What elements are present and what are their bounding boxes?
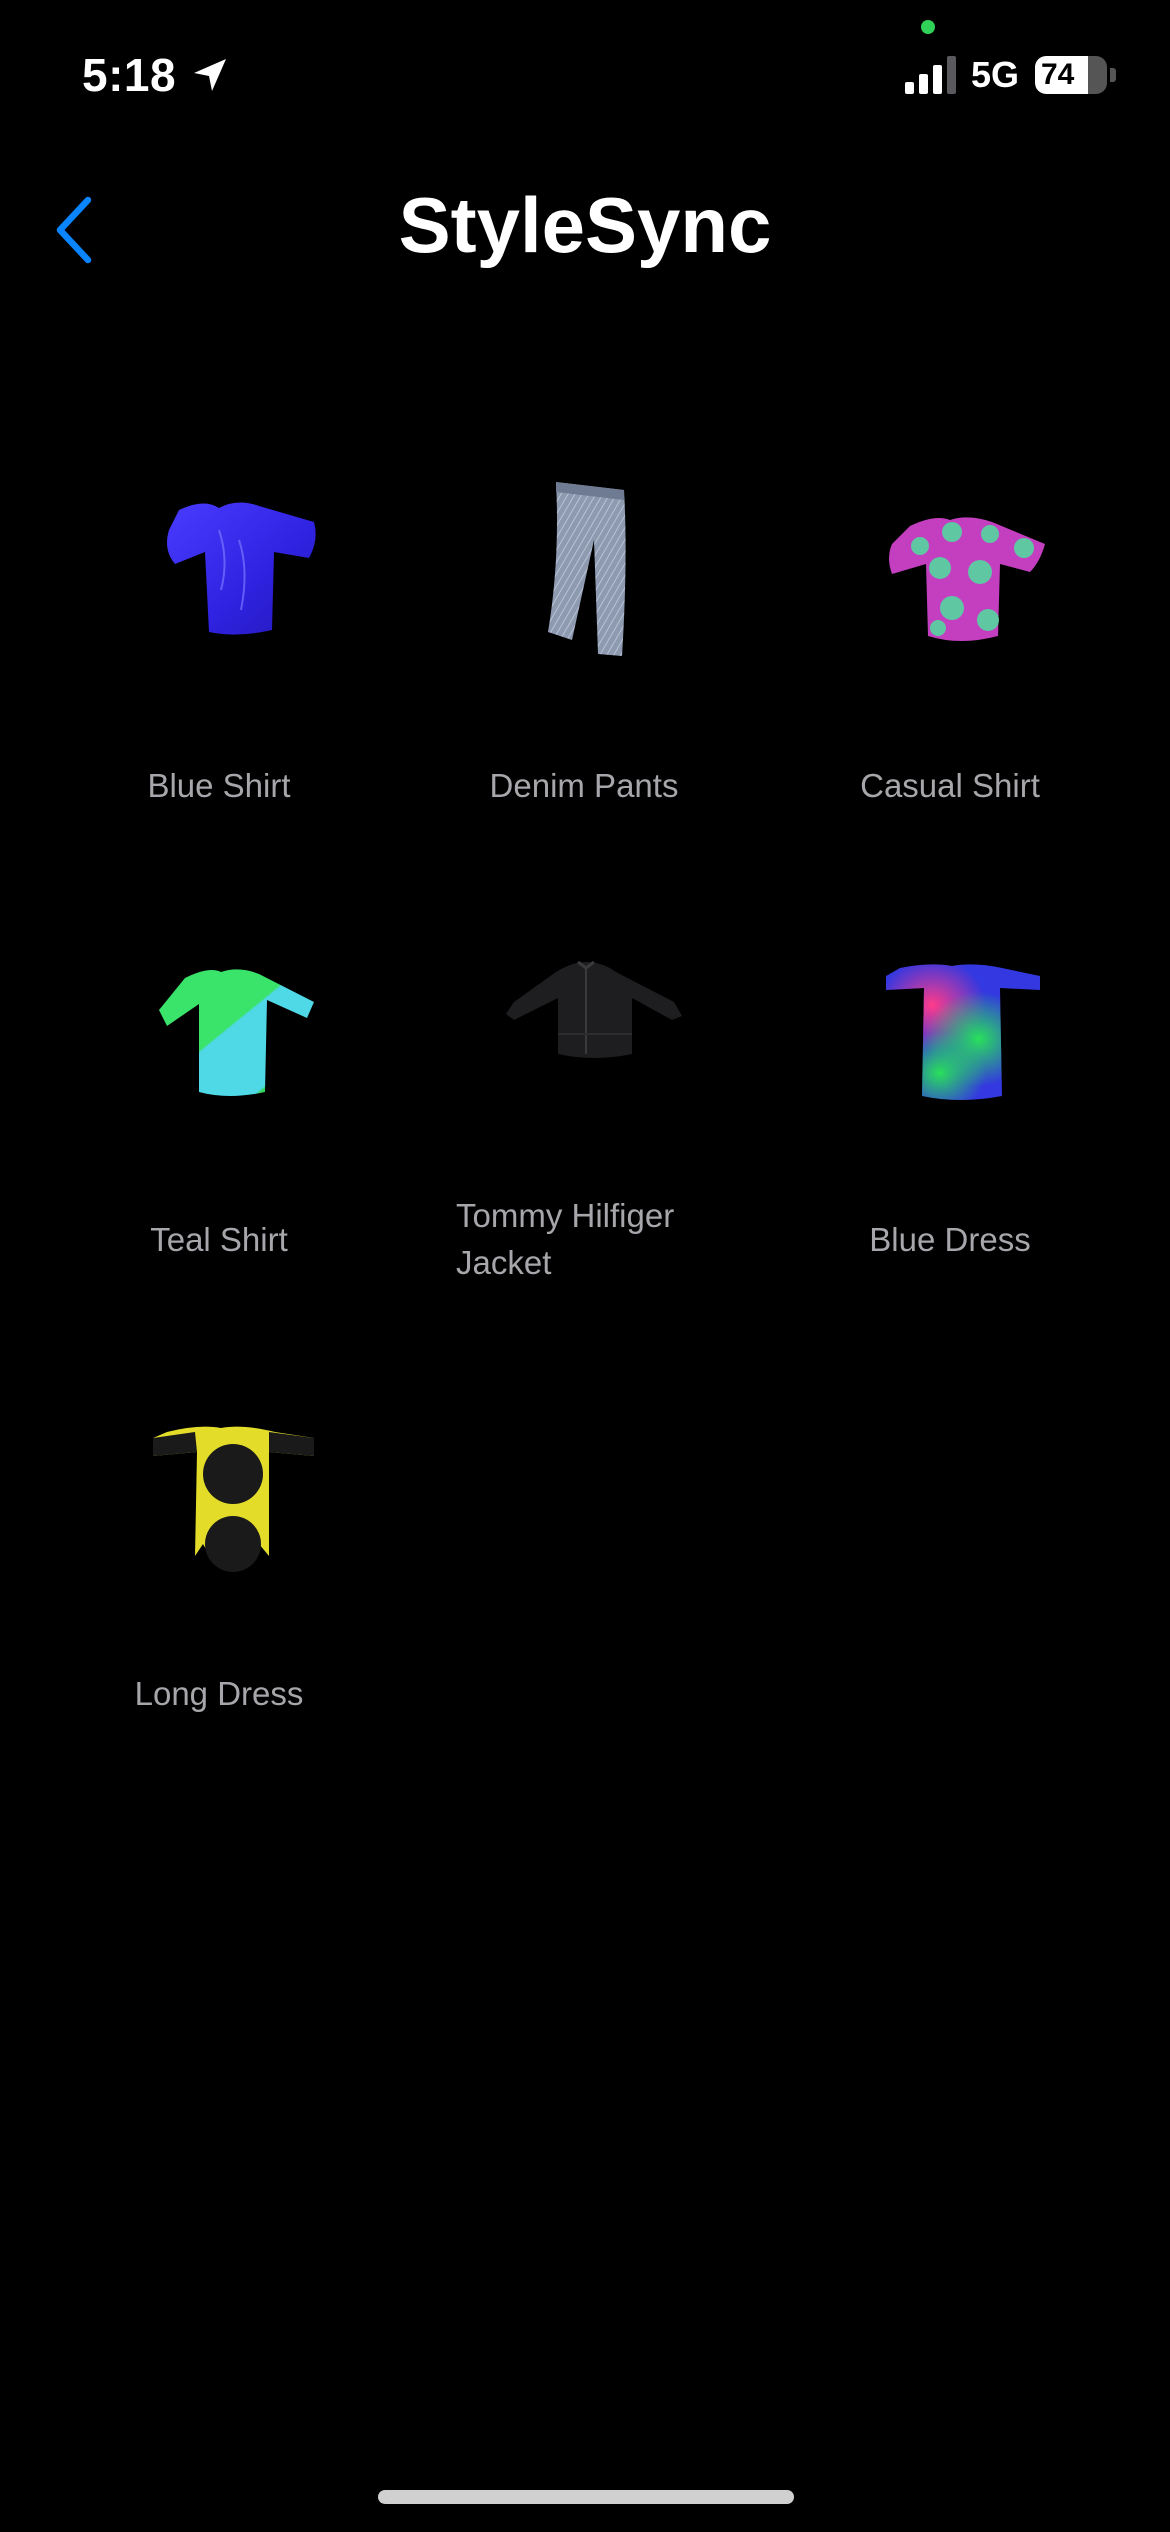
- privacy-indicator-dot: [921, 20, 935, 34]
- item-label: Teal Shirt: [150, 1221, 288, 1258]
- denim-pants-icon: [474, 440, 694, 690]
- battery-icon: 74: [1035, 56, 1107, 94]
- location-arrow-icon: [190, 55, 230, 95]
- item-denim-pants[interactable]: Denim Pants: [434, 440, 734, 820]
- status-right: 5G 74: [904, 50, 1116, 100]
- item-tommy-hilfiger-jacket[interactable]: Tommy Hilfiger Jacket: [434, 894, 734, 1281]
- time-group: 5:18: [82, 42, 230, 108]
- blue-dress-icon: [840, 894, 1060, 1144]
- casual-shirt-icon: [840, 440, 1060, 690]
- item-teal-shirt[interactable]: Teal Shirt: [69, 894, 369, 1274]
- item-long-dress[interactable]: Long Dress: [69, 1348, 369, 1728]
- item-blue-dress[interactable]: Blue Dress: [800, 894, 1100, 1274]
- jacket-icon: [474, 894, 694, 1144]
- home-indicator[interactable]: [378, 2490, 794, 2504]
- item-label: Denim Pants: [489, 767, 679, 804]
- battery-cap: [1110, 68, 1116, 82]
- battery-level: 74: [1041, 58, 1075, 91]
- cellular-signal-icon: [904, 56, 957, 94]
- blue-shirt-icon: [109, 440, 329, 690]
- long-dress-icon: [109, 1348, 329, 1598]
- status-bar: 5:18 5G 74: [0, 0, 1170, 150]
- item-label: Blue Shirt: [147, 767, 291, 804]
- item-label: Tommy Hilfiger Jacket: [456, 1197, 675, 1281]
- teal-shirt-icon: [109, 894, 329, 1144]
- item-label: Casual Shirt: [860, 767, 1040, 804]
- network-type: 5G: [970, 54, 1019, 95]
- status-time: 5:18: [82, 49, 177, 101]
- page-title: StyleSync: [398, 181, 772, 269]
- item-label: Long Dress: [134, 1675, 304, 1712]
- item-blue-shirt[interactable]: Blue Shirt: [69, 440, 369, 820]
- item-label: Blue Dress: [869, 1221, 1031, 1258]
- navigation-bar: StyleSync: [0, 150, 1170, 310]
- item-casual-shirt[interactable]: Casual Shirt: [800, 440, 1100, 820]
